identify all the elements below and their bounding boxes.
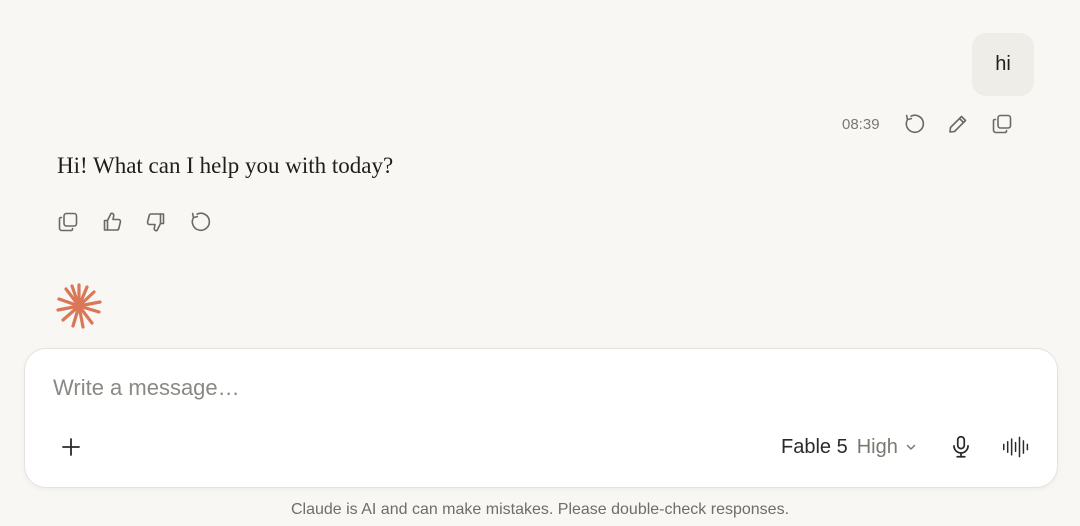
user-message-text: hi: [995, 53, 1011, 75]
model-name: Fable 5: [781, 435, 848, 458]
edit-icon: [949, 115, 967, 133]
spark-icon: [56, 283, 102, 329]
disclaimer-text: Claude is AI and can make mistakes. Plea…: [290, 501, 790, 518]
microphone-icon: [953, 435, 969, 458]
message-timestamp: 08:39: [842, 115, 880, 133]
retry-icon: [191, 212, 211, 232]
chevron-down-icon: [906, 444, 916, 450]
user-message-actions: 08:39: [842, 110, 1016, 138]
thumbs-down-button[interactable]: [142, 208, 170, 236]
assistant-message-actions: [54, 208, 230, 236]
retry-button[interactable]: [186, 208, 214, 236]
add-attachment-button[interactable]: [57, 433, 85, 461]
assistant-message-text: Hi! What can I help you with today?: [57, 153, 394, 178]
edit-button[interactable]: [944, 110, 972, 138]
message-input[interactable]: [53, 375, 953, 401]
retry-button[interactable]: [900, 110, 928, 138]
thumbs-down-icon: [146, 213, 165, 232]
retry-icon: [905, 114, 925, 134]
copy-icon: [992, 114, 1012, 134]
voice-waveform-icon: [1003, 436, 1029, 458]
message-composer: Fable 5 High: [24, 348, 1058, 488]
copy-button[interactable]: [988, 110, 1016, 138]
thumbs-up-icon: [103, 212, 122, 231]
thumbs-up-button[interactable]: [98, 208, 126, 236]
voice-mode-button[interactable]: [1002, 433, 1030, 461]
effort-level: High: [856, 435, 898, 458]
copy-icon: [58, 212, 78, 232]
model-selector[interactable]: Fable 5 High: [781, 433, 918, 461]
microphone-button[interactable]: [947, 433, 975, 461]
user-message-bubble: hi: [972, 33, 1034, 96]
plus-icon: [62, 438, 80, 456]
copy-button[interactable]: [54, 208, 82, 236]
chat-page: hi 08:39 Hi! What can I help you with to…: [0, 0, 1080, 526]
